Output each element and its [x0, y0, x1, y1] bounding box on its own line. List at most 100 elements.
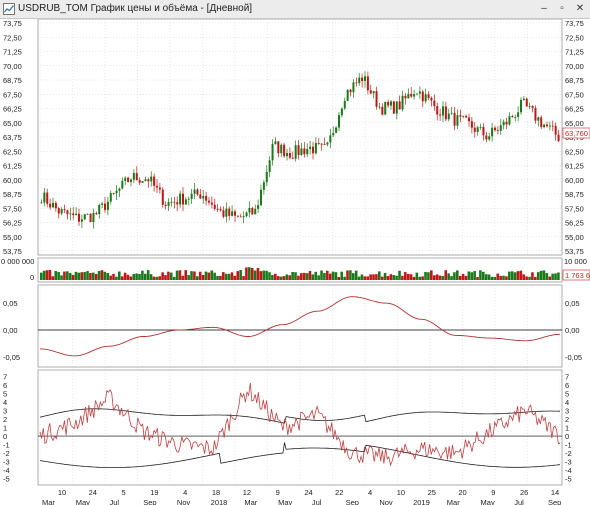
volume-bar: [548, 276, 552, 280]
volume-right-label: 10 000: [564, 257, 587, 266]
price-candle-body: [436, 106, 439, 115]
volume-bar: [132, 273, 136, 280]
price-candle-body: [349, 89, 352, 93]
volume-bar: [456, 270, 459, 280]
volume-bar: [126, 274, 130, 280]
price-panel-y-label-right: 70,00: [565, 62, 584, 71]
price-panel-y-label-right: 72,50: [565, 33, 584, 42]
price-candle-body: [144, 179, 147, 182]
volume-bar: [152, 276, 156, 280]
price-candle-body: [40, 202, 43, 204]
price-candle-body: [268, 160, 271, 172]
volume-bar: [123, 272, 127, 280]
price-candle-body: [433, 100, 436, 107]
volume-bar: [233, 275, 237, 280]
x-axis-month-label: May: [481, 498, 495, 505]
price-panel-y-label-right: 60,00: [565, 176, 584, 185]
price-candle-body: [155, 185, 159, 188]
volume-bar: [219, 275, 222, 280]
volume-bar: [369, 274, 372, 280]
price-candle-body: [514, 116, 517, 118]
volume-bar: [438, 275, 442, 280]
restore-button[interactable]: ▫: [554, 2, 570, 16]
price-candle-body: [519, 99, 523, 113]
price-candle-body: [346, 89, 349, 101]
volume-bar: [129, 276, 133, 280]
price-candle-body: [517, 112, 520, 117]
x-axis-month-label: Sep: [346, 498, 359, 505]
volume-bar: [340, 271, 344, 280]
price-candle-body: [297, 145, 300, 155]
price-candle-body: [259, 189, 263, 206]
volume-bar: [380, 276, 384, 280]
volume-bar: [83, 272, 86, 280]
close-button[interactable]: ✕: [572, 2, 588, 16]
volume-bar: [112, 273, 115, 280]
volume-bar: [473, 271, 476, 280]
x-axis-day-label: 25: [428, 488, 436, 497]
price-panel-y-label-right: 73,75: [565, 19, 584, 28]
x-axis-day-label: 14: [551, 488, 559, 497]
price-candle-body: [213, 204, 216, 209]
price-candle-body: [83, 214, 86, 220]
volume-bar: [268, 272, 271, 280]
x-axis-day-label: 26: [520, 488, 528, 497]
x-axis-day-label: 9: [491, 488, 495, 497]
price-panel-y-label-left: 73,75: [3, 19, 22, 28]
volume-bar: [389, 274, 393, 280]
price-panel-y-label-right: 53,75: [565, 247, 584, 256]
price-candle-body: [69, 213, 72, 215]
price-candle-body: [173, 201, 176, 203]
volume-bar: [89, 273, 92, 280]
price-candle-body: [415, 93, 419, 95]
x-axis-month-label: Sep: [143, 498, 156, 505]
price-candle-body: [89, 213, 92, 223]
price-candle-body: [300, 148, 303, 155]
price-candle-body: [184, 199, 187, 205]
price-candle-body: [493, 127, 497, 131]
app-icon: [3, 3, 15, 15]
volume-bar: [213, 272, 216, 280]
price-candle-body: [335, 127, 338, 133]
chart-area[interactable]: 73,75 73,75 72,50 72,50 71,25 71,25 70,00 70,00…: [0, 19, 590, 505]
volume-bar: [265, 270, 268, 280]
price-candle-body: [421, 91, 424, 102]
price-panel-y-label-right: 65,00: [565, 119, 584, 128]
price-candle-body: [309, 146, 312, 149]
volume-bar: [297, 275, 300, 280]
price-candle-body: [115, 190, 118, 194]
volume-bar: [314, 271, 318, 280]
volume-bar: [482, 271, 485, 280]
price-candle-body: [121, 180, 124, 189]
price-candle-body: [277, 141, 280, 154]
price-candle-body: [118, 188, 121, 191]
x-axis-day-label: 4: [183, 488, 187, 497]
volume-bar: [288, 275, 292, 280]
volume-bar: [181, 275, 185, 280]
price-candle-body: [545, 124, 549, 127]
volume-bar: [236, 271, 240, 280]
price-candle-body: [98, 204, 101, 215]
price-candle-body: [395, 101, 398, 114]
title-bar[interactable]: USDRUB_TOM График цены и объёма - [Дневн…: [0, 0, 590, 19]
volume-bar: [155, 276, 159, 280]
price-candle-body: [86, 213, 89, 215]
price-panel-y-label-left: 56,25: [3, 219, 22, 228]
volume-bar: [198, 271, 202, 280]
x-axis-month-label: 2019: [413, 498, 430, 505]
volume-bar: [193, 271, 196, 280]
price-candle-body: [557, 134, 560, 142]
price-candle-body: [531, 105, 534, 109]
price-candle-body: [499, 125, 502, 131]
x-axis-month-label: Jul: [312, 498, 322, 505]
price-panel-y-label-left: 57,50: [3, 204, 22, 213]
volume-bar: [349, 270, 352, 280]
volume-bar: [360, 274, 364, 280]
oscillator-panel-y-label-left: 0,05: [3, 299, 18, 308]
price-candle-body: [43, 192, 46, 203]
volume-bar: [461, 273, 465, 280]
minimize-button[interactable]: –: [536, 2, 552, 16]
volume-bar: [279, 276, 283, 280]
volume-bar: [48, 270, 52, 280]
price-candle-body: [470, 121, 473, 128]
